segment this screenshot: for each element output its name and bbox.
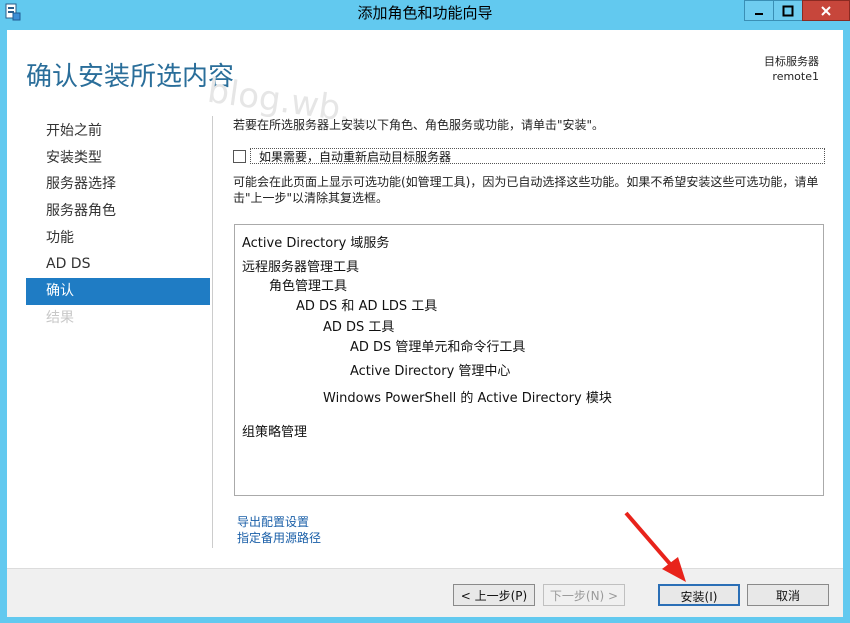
target-server-info: 目标服务器 remote1 [764, 54, 819, 84]
close-button[interactable] [802, 0, 850, 21]
maximize-icon [782, 5, 794, 16]
list-item: 角色管理工具 [269, 279, 348, 294]
target-server-label: 目标服务器 [764, 55, 819, 68]
restart-option[interactable]: 如果需要，自动重新启动目标服务器 [233, 148, 827, 166]
confirmation-content: 若要在所选服务器上安装以下角色、角色服务或功能，请单击"安装"。 如果需要，自动… [233, 116, 833, 545]
list-item: AD DS 工具 [323, 320, 395, 335]
next-button: 下一步(N) > [543, 584, 625, 606]
nav-item-features[interactable]: 功能 [26, 225, 210, 252]
nav-divider [212, 116, 213, 548]
window-title: 添加角色和功能向导 [357, 4, 493, 22]
list-item: Windows PowerShell 的 Active Directory 模块 [323, 391, 612, 406]
list-item: 组策略管理 [242, 425, 308, 440]
nav-item-installation-type[interactable]: 安装类型 [26, 145, 210, 172]
nav-item-confirmation[interactable]: 确认 [26, 278, 210, 305]
optional-features-note: 可能会在此页面上显示可选功能(如管理工具)，因为已自动选择这些功能。如果不希望安… [233, 175, 819, 205]
list-item: AD DS 和 AD LDS 工具 [296, 299, 438, 314]
restart-checkbox[interactable] [233, 150, 246, 163]
nav-item-ad-ds[interactable]: AD DS [26, 251, 210, 278]
maximize-button[interactable] [773, 0, 803, 21]
page-title: 确认安装所选内容 [26, 62, 235, 92]
footer-links: 导出配置设置 指定备用源路径 [237, 514, 321, 546]
nav-item-server-roles[interactable]: 服务器角色 [26, 198, 210, 225]
minimize-icon [755, 12, 763, 15]
list-item: Active Directory 管理中心 [350, 364, 511, 379]
nav-item-results: 结果 [46, 309, 74, 326]
button-bar: < 上一步(P) 下一步(N) > 安装(I) 取消 [7, 568, 843, 617]
wizard-client-area: 确认安装所选内容 目标服务器 remote1 blog.wb... 开始之前 安… [7, 30, 843, 617]
selection-list[interactable]: Active Directory 域服务 远程服务器管理工具 角色管理工具 AD… [234, 224, 824, 496]
install-button[interactable]: 安装(I) [658, 584, 740, 606]
target-server-name: remote1 [772, 70, 819, 83]
nav-item-before-you-begin[interactable]: 开始之前 [26, 118, 210, 145]
nav-item-server-selection[interactable]: 服务器选择 [26, 171, 210, 198]
restart-label[interactable]: 如果需要，自动重新启动目标服务器 [250, 148, 825, 164]
wizard-nav: 开始之前 安装类型 服务器选择 服务器角色 功能 AD DS 确认 结果 [26, 118, 210, 332]
previous-button[interactable]: < 上一步(P) [453, 584, 535, 606]
title-bar[interactable]: 添加角色和功能向导 [0, 0, 850, 26]
export-settings-link[interactable]: 导出配置设置 [237, 514, 321, 530]
list-item: 远程服务器管理工具 [242, 260, 360, 275]
intro-text: 若要在所选服务器上安装以下角色、角色服务或功能，请单击"安装"。 [233, 118, 605, 132]
list-item: Active Directory 域服务 [242, 236, 390, 251]
wizard-window: 添加角色和功能向导 确认安装所选内容 目标服务器 remote1 blog.wb… [0, 0, 850, 623]
close-icon [821, 5, 831, 16]
alternate-source-link[interactable]: 指定备用源路径 [237, 530, 321, 546]
list-item: AD DS 管理单元和命令行工具 [350, 340, 526, 355]
minimize-button[interactable] [744, 0, 774, 21]
cancel-button[interactable]: 取消 [747, 584, 829, 606]
window-controls [744, 0, 850, 21]
